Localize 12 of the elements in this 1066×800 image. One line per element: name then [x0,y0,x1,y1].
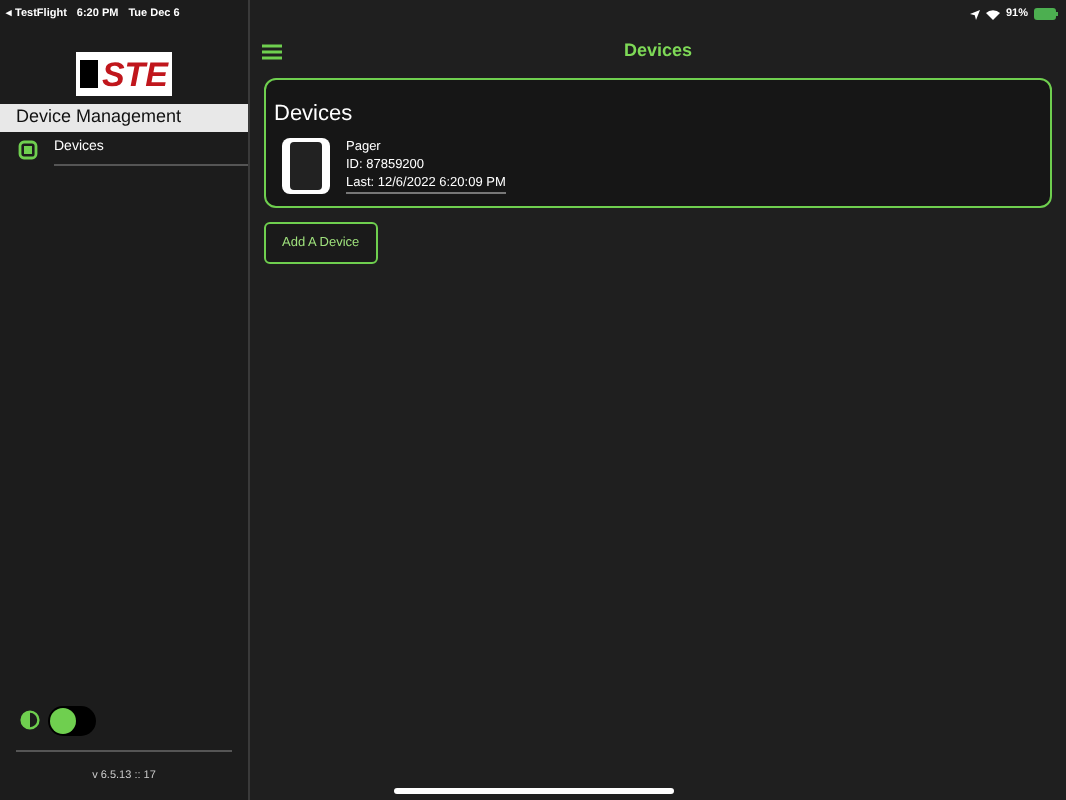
company-logo: STE [76,52,172,96]
section-header: Device Management [0,104,248,132]
battery-icon [1034,8,1058,20]
location-icon [969,9,980,19]
theme-toggle[interactable] [48,705,96,735]
contrast-icon [20,710,40,730]
pager-device-image [282,137,330,193]
wifi-icon [985,9,1000,19]
card-title: Devices [274,100,353,130]
page-title: Devices [623,38,693,65]
menu-icon[interactable] [262,44,282,60]
chip-icon [18,140,38,160]
